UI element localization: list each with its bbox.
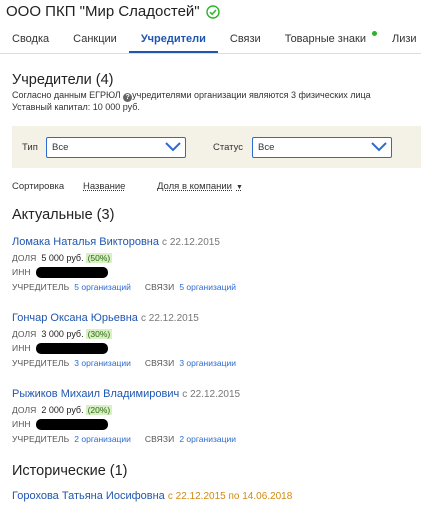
founder-item: Рыжиков Михаил Владимирович с 22.12.2015… — [12, 388, 417, 445]
founder-name-link[interactable]: Гончар Оксана Юрьевна — [12, 312, 138, 324]
sort-by-share[interactable]: Доля в компании ▼ — [157, 181, 243, 192]
founder-orgs-link[interactable]: 3 организации — [74, 358, 131, 368]
founders-title: Учредители (4) — [12, 72, 114, 88]
historical-founder-item: Горохова Татьяна Иосифовна с 22.12.2015 … — [12, 490, 417, 502]
inn-row: ИНН — [12, 418, 417, 430]
tab-summary[interactable]: Сводка — [0, 24, 61, 53]
redacted-inn — [35, 266, 108, 278]
help-icon[interactable]: ? — [123, 93, 133, 102]
founder-item: Ломака Наталья Викторовна с 22.12.2015 Д… — [12, 236, 417, 293]
redacted-inn — [35, 342, 108, 354]
company-title: ООО ПКП "Мир Сладостей" — [6, 3, 200, 20]
since-date: с 22.12.2015 — [140, 313, 199, 324]
inn-row: ИНН — [12, 342, 417, 354]
capital-text: Уставный капитал: 10 000 руб. — [12, 102, 140, 112]
company-header: ООО ПКП "Мир Сладостей" — [0, 0, 421, 22]
founder-name-link[interactable]: Ломака Наталья Викторовна — [12, 236, 159, 248]
redacted-inn — [35, 418, 108, 430]
status-filter-label: Статус — [213, 142, 244, 153]
chevron-down-icon — [371, 142, 387, 152]
share-row: ДОЛЯ 5 000 руб. (50%) — [12, 253, 113, 263]
share-percent-badge: (50%) — [85, 253, 113, 263]
share-row: ДОЛЯ 2 000 руб. (20%) — [12, 405, 113, 415]
tab-leasing[interactable]: Лизи — [380, 24, 421, 53]
sort-by-name[interactable]: Название — [83, 181, 125, 192]
filter-bar: Тип Все Статус Все — [12, 126, 421, 168]
chevron-down-icon — [165, 142, 181, 152]
founder-item: Гончар Оксана Юрьевна с 22.12.2015 ДОЛЯ … — [12, 312, 417, 369]
tab-sanctions[interactable]: Санкции — [61, 24, 129, 53]
new-indicator-dot — [371, 31, 377, 36]
type-select-value: Все — [52, 142, 69, 153]
actual-group-title: Актуальные (3) — [12, 207, 115, 223]
type-select[interactable]: Все — [46, 137, 186, 158]
tab-founders[interactable]: Учредители — [128, 24, 218, 53]
since-date: с 22.12.2015 — [162, 237, 220, 248]
links-orgs-link[interactable]: 2 организации — [179, 434, 236, 444]
since-date: с 22.12.2015 — [182, 389, 241, 400]
type-filter-label: Тип — [22, 142, 38, 153]
founder-orgs-link[interactable]: 5 организаций — [74, 282, 131, 292]
tab-trademarks-label: Товарные знаки — [284, 33, 366, 45]
status-select-value: Все — [258, 142, 275, 153]
founders-description: Согласно данным ЕГРЮЛ ? учредителями орга… — [12, 90, 371, 102]
founder-name-link[interactable]: Горохова Татьяна Иосифовна — [12, 490, 165, 502]
links-orgs-link[interactable]: 3 организации — [179, 358, 236, 368]
verified-check-icon — [205, 4, 220, 19]
inn-row: ИНН — [12, 266, 417, 278]
share-percent-badge: (30%) — [85, 329, 113, 339]
share-row: ДОЛЯ 3 000 руб. (30%) — [12, 329, 113, 339]
history-period: с 22.12.2015 по 14.06.2018 — [167, 491, 293, 502]
tab-bar: Сводка Санкции Учредители Связи Товарные… — [0, 24, 421, 54]
historical-group-title: Исторические (1) — [12, 463, 128, 479]
relations-row: УЧРЕДИТЕЛЬ 5 организаций СВЯЗИ 5 организ… — [12, 282, 236, 292]
status-select[interactable]: Все — [252, 137, 392, 158]
founder-orgs-link[interactable]: 2 организации — [74, 434, 131, 444]
founders-panel: Учредители (4) Согласно данным ЕГРЮЛ ? уч… — [0, 62, 421, 113]
relations-row: УЧРЕДИТЕЛЬ 2 организации СВЯЗИ 2 организ… — [12, 434, 236, 444]
caret-down-icon: ▼ — [236, 184, 243, 191]
founder-name-link[interactable]: Рыжиков Михаил Владимирович — [12, 388, 179, 400]
tab-trademarks[interactable]: Товарные знаки — [273, 24, 380, 53]
relations-row: УЧРЕДИТЕЛЬ 3 организации СВЯЗИ 3 организ… — [12, 358, 236, 368]
links-orgs-link[interactable]: 5 организаций — [179, 282, 236, 292]
sort-row: Сортировка Название Доля в компании ▼ — [12, 181, 243, 192]
sort-label: Сортировка — [12, 181, 65, 192]
share-percent-badge: (20%) — [85, 405, 113, 415]
tab-links[interactable]: Связи — [218, 24, 273, 53]
